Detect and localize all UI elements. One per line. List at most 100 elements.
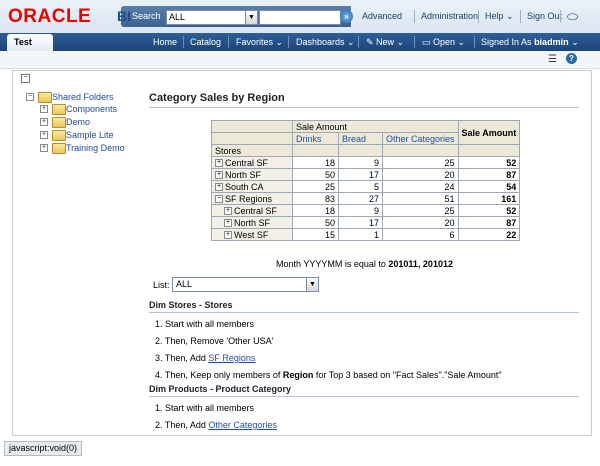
tree-item-demo[interactable]: Demo (66, 117, 90, 127)
total-cell: 161 (457, 192, 521, 205)
expand-icon[interactable]: + (40, 105, 48, 113)
expand-icon[interactable]: + (40, 118, 48, 126)
nav-catalog[interactable]: Catalog (190, 37, 221, 47)
help-menu[interactable]: Help ⌄ (485, 11, 514, 22)
expand-icon[interactable]: + (215, 183, 223, 192)
nav-dashboards[interactable]: Dashboards ⌄ (296, 37, 355, 48)
search-go-icon[interactable]: » (340, 10, 353, 23)
nav-divider (414, 36, 415, 48)
folder-icon (38, 92, 52, 103)
column-header-other-categories[interactable]: Other Categories (382, 132, 459, 145)
search-label: Search (132, 11, 161, 21)
page-toolbar (0, 51, 600, 69)
total-cell: 87 (457, 216, 521, 229)
total-cell: 52 (457, 204, 521, 217)
row-label-text: SF Regions (225, 193, 273, 204)
row-label-text: North SF (225, 169, 262, 180)
chevron-down-icon[interactable]: ▼ (245, 11, 257, 24)
corner-cell (211, 120, 293, 133)
tree-item-shared-folders[interactable]: Shared Folders (52, 92, 114, 102)
header-divider (414, 10, 415, 23)
expand-icon[interactable]: + (224, 207, 232, 216)
sign-out-link[interactable]: Sign Out (527, 11, 562, 21)
table-cell: 9 (338, 204, 383, 217)
other-categories-link[interactable]: Other Categories (208, 420, 277, 430)
header-cell (292, 144, 339, 157)
table-cell: 50 (292, 216, 339, 229)
expand-icon[interactable]: + (40, 131, 48, 139)
step-item: 1. Start with all members (155, 319, 255, 329)
search-scope-select[interactable]: ALL ▼ (166, 10, 258, 25)
table-cell: 17 (338, 216, 383, 229)
row-label-text: North SF (234, 217, 271, 228)
total-cell: 22 (457, 228, 521, 241)
table-cell: 5 (338, 180, 383, 193)
row-label[interactable]: − SF Regions (211, 192, 293, 205)
chevron-down-icon[interactable]: ▼ (306, 278, 318, 291)
page-options-icon[interactable]: ☰ (548, 54, 557, 65)
table-cell: 17 (338, 168, 383, 181)
tree-item-components[interactable]: Components (66, 104, 117, 114)
collapse-icon[interactable]: − (26, 93, 34, 101)
administration-link[interactable]: Administration (421, 11, 478, 21)
folder-icon (52, 130, 66, 141)
header-divider (520, 10, 521, 23)
row-label[interactable]: + Central SF (211, 204, 293, 217)
row-label-text: South CA (225, 181, 264, 192)
bi-logo: BI (117, 8, 131, 24)
advanced-link[interactable]: Advanced (362, 11, 402, 21)
tree-item-sample-lite[interactable]: Sample Lite (66, 130, 114, 140)
table-cell: 18 (292, 156, 339, 169)
table-row: + South CA 25 5 24 54 (211, 180, 521, 193)
table-cell: 51 (382, 192, 459, 205)
expand-icon[interactable]: + (224, 219, 232, 228)
row-label[interactable]: + Central SF (211, 156, 293, 169)
list-select[interactable]: ALL ▼ (172, 277, 319, 292)
row-label[interactable]: + South CA (211, 180, 293, 193)
expand-icon[interactable]: + (215, 171, 223, 180)
tree-item-training-demo[interactable]: Training Demo (66, 143, 125, 153)
row-label[interactable]: + North SF (211, 216, 293, 229)
expand-icon[interactable]: + (215, 159, 223, 168)
header-cell (338, 144, 383, 157)
nav-new[interactable]: ✎ New ⌄ (366, 37, 404, 48)
expand-icon[interactable]: + (40, 144, 48, 152)
expand-icon[interactable]: + (224, 231, 232, 240)
table-cell: 6 (382, 228, 459, 241)
folder-icon (52, 104, 66, 115)
filter-description: Month YYYYMM is equal to 201011, 201012 (276, 259, 453, 269)
table-cell: 25 (382, 156, 459, 169)
header-divider (478, 10, 479, 23)
table-cell: 20 (382, 216, 459, 229)
nav-divider (228, 36, 229, 48)
tab-test[interactable]: Test (7, 34, 53, 52)
table-cell: 50 (292, 168, 339, 181)
nav-divider (358, 36, 359, 48)
table-cell: 1 (338, 228, 383, 241)
table-row: − SF Regions 83 27 51 161 (211, 192, 521, 205)
sf-regions-link[interactable]: SF Regions (208, 353, 255, 363)
column-header-bread[interactable]: Bread (338, 132, 383, 145)
table-row: + North SF 50 17 20 87 (211, 216, 521, 229)
signed-in-as: Signed In As biadmin ⌄ (481, 37, 579, 47)
section-heading-products: Dim Products - Product Category (149, 384, 579, 397)
nav-favorites[interactable]: Favorites ⌄ (236, 37, 283, 48)
collapse-section-icon[interactable]: − (21, 74, 30, 83)
table-row: + Central SF 18 9 25 52 (211, 156, 521, 169)
total-cell: 52 (457, 156, 521, 169)
search-input[interactable] (259, 10, 341, 25)
step-item: 4. Then, Keep only members of Region for… (155, 370, 502, 380)
table-cell: 83 (292, 192, 339, 205)
column-header-drinks[interactable]: Drinks (292, 132, 339, 145)
collapse-icon[interactable]: − (215, 195, 223, 204)
nav-home[interactable]: Home (153, 37, 177, 47)
total-cell: 54 (457, 180, 521, 193)
row-label[interactable]: + West SF (211, 228, 293, 241)
nav-divider (288, 36, 289, 48)
step-item: 3. Then, Add SF Regions (155, 353, 256, 363)
row-label[interactable]: + North SF (211, 168, 293, 181)
nav-open[interactable]: ▭ Open ⌄ (422, 37, 465, 48)
help-icon[interactable]: ? (566, 53, 577, 64)
nav-divider (183, 36, 184, 48)
oracle-ring-icon: ⬭ (567, 9, 579, 24)
